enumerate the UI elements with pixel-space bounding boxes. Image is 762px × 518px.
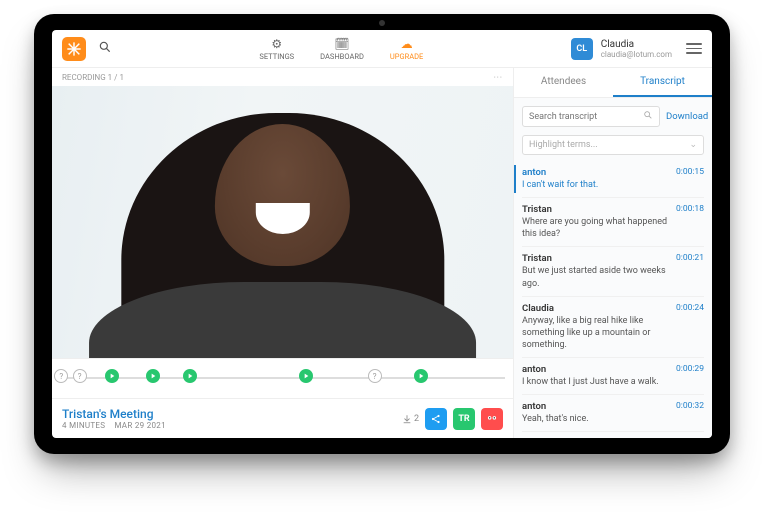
- device-camera: [379, 20, 385, 26]
- search-icon[interactable]: [98, 39, 112, 58]
- avatar: CL: [571, 38, 593, 60]
- nav-dashboard-label: DASHBOARD: [320, 52, 364, 61]
- tab-transcript[interactable]: Transcript: [613, 68, 712, 97]
- nav-center: ⚙ SETTINGS 🗓 DASHBOARD ☁ UPGRADE: [112, 37, 571, 61]
- timeline-marker-highlight[interactable]: [414, 369, 428, 383]
- transcript-entry[interactable]: antonI can't wait for that.0:00:15: [522, 161, 704, 197]
- entry-text: I know that I just Just have a walk.: [522, 376, 704, 388]
- transcript-search-box[interactable]: [522, 106, 660, 127]
- transcript-entry[interactable]: TristanBut we just started aside two wee…: [522, 246, 704, 295]
- content: RECORDING 1 / 1 ··· ???: [52, 68, 712, 438]
- transcript-entry[interactable]: ClaudiaAnyway, like a big real hike like…: [522, 296, 704, 357]
- timeline-marker-highlight[interactable]: [299, 369, 313, 383]
- user-name: Claudia: [601, 39, 672, 50]
- entry-time: 0:00:29: [676, 364, 704, 374]
- meeting-info: Tristan's Meeting 4 MINUTES MAR 29 2021: [62, 407, 166, 430]
- meeting-bar: Tristan's Meeting 4 MINUTES MAR 29 2021 …: [52, 398, 513, 438]
- left-pane: RECORDING 1 / 1 ··· ???: [52, 68, 514, 438]
- nav-settings-label: SETTINGS: [259, 52, 294, 61]
- transcript-entries[interactable]: antonI can't wait for that.0:00:15Trista…: [514, 161, 712, 438]
- entry-time: 0:00:24: [676, 303, 704, 313]
- chevron-down-icon: ⌄: [689, 140, 697, 150]
- nav-dashboard[interactable]: 🗓 DASHBOARD: [320, 37, 364, 61]
- recording-bar: RECORDING 1 / 1 ···: [52, 68, 513, 86]
- top-bar: ⚙ SETTINGS 🗓 DASHBOARD ☁ UPGRADE CL Clau…: [52, 30, 712, 68]
- device-frame: ⚙ SETTINGS 🗓 DASHBOARD ☁ UPGRADE CL Clau…: [34, 14, 730, 454]
- entry-text: I can't wait for that.: [522, 179, 704, 191]
- entry-text: But we just started aside two weeks ago.: [522, 265, 704, 289]
- search-input-icon: [643, 110, 653, 123]
- entry-text: Yeah, that's nice.: [522, 413, 704, 425]
- entry-text: Anyway, like a big real hike like someth…: [522, 315, 704, 351]
- search-input[interactable]: [529, 112, 643, 122]
- timeline-marker-question[interactable]: ?: [54, 369, 68, 383]
- nav-upgrade[interactable]: ☁ UPGRADE: [390, 37, 423, 61]
- share-button[interactable]: [425, 408, 447, 430]
- transcript-entry[interactable]: ClaudiaYeah, I've been going to High Par…: [522, 431, 704, 438]
- recording-label: RECORDING 1 / 1: [62, 73, 124, 82]
- timeline[interactable]: ???: [52, 358, 513, 398]
- meeting-duration: 4 MINUTES: [62, 421, 105, 430]
- timeline-marker-highlight[interactable]: [105, 369, 119, 383]
- download-link[interactable]: Download: [666, 111, 708, 122]
- nav-settings[interactable]: ⚙ SETTINGS: [259, 37, 294, 61]
- transcript-entry[interactable]: antonI know that I just Just have a walk…: [522, 357, 704, 394]
- timeline-marker-question[interactable]: ?: [368, 369, 382, 383]
- user-email: claudia@lotum.com: [601, 50, 672, 59]
- nav-upgrade-label: UPGRADE: [390, 52, 423, 61]
- gear-icon: ⚙: [271, 37, 282, 51]
- calendar-icon: 🗓: [334, 37, 349, 51]
- tabs: Attendees Transcript: [514, 68, 712, 98]
- timeline-track: [60, 377, 505, 379]
- highlight-dropdown[interactable]: Highlight terms... ⌄: [522, 135, 704, 155]
- timeline-marker-highlight[interactable]: [183, 369, 197, 383]
- attendee-count: 2: [402, 414, 419, 424]
- meeting-actions: 2 TR: [402, 408, 503, 430]
- entry-time: 0:00:21: [676, 253, 704, 263]
- tr-badge[interactable]: TR: [453, 408, 475, 430]
- entry-time: 0:00:15: [676, 167, 704, 177]
- transcript-entry[interactable]: antonYeah, that's nice.0:00:32: [522, 394, 704, 431]
- transcript-search-row: Download: [514, 98, 712, 135]
- entry-text: Where are you going what happened this i…: [522, 216, 704, 240]
- right-pane: Attendees Transcript Download Highlight …: [514, 68, 712, 438]
- user-text: Claudia claudia@lotum.com: [601, 39, 672, 59]
- meeting-meta: 4 MINUTES MAR 29 2021: [62, 421, 166, 430]
- menu-icon[interactable]: [686, 43, 702, 54]
- transcript-entry[interactable]: TristanWhere are you going what happened…: [522, 197, 704, 246]
- video-player[interactable]: [52, 86, 513, 358]
- cloud-up-icon: ☁: [401, 37, 413, 51]
- tab-attendees[interactable]: Attendees: [514, 68, 613, 97]
- fireflies-badge[interactable]: [481, 408, 503, 430]
- timeline-marker-highlight[interactable]: [146, 369, 160, 383]
- recording-menu-icon[interactable]: ···: [494, 73, 503, 82]
- entry-time: 0:00:32: [676, 401, 704, 411]
- user-area[interactable]: CL Claudia claudia@lotum.com: [571, 38, 702, 60]
- meeting-title[interactable]: Tristan's Meeting: [62, 407, 166, 421]
- app-screen: ⚙ SETTINGS 🗓 DASHBOARD ☁ UPGRADE CL Clau…: [52, 30, 712, 438]
- meeting-date: MAR 29 2021: [114, 421, 165, 430]
- entry-time: 0:00:18: [676, 204, 704, 214]
- timeline-marker-question[interactable]: ?: [73, 369, 87, 383]
- app-logo[interactable]: [62, 37, 86, 61]
- highlight-placeholder: Highlight terms...: [529, 140, 598, 150]
